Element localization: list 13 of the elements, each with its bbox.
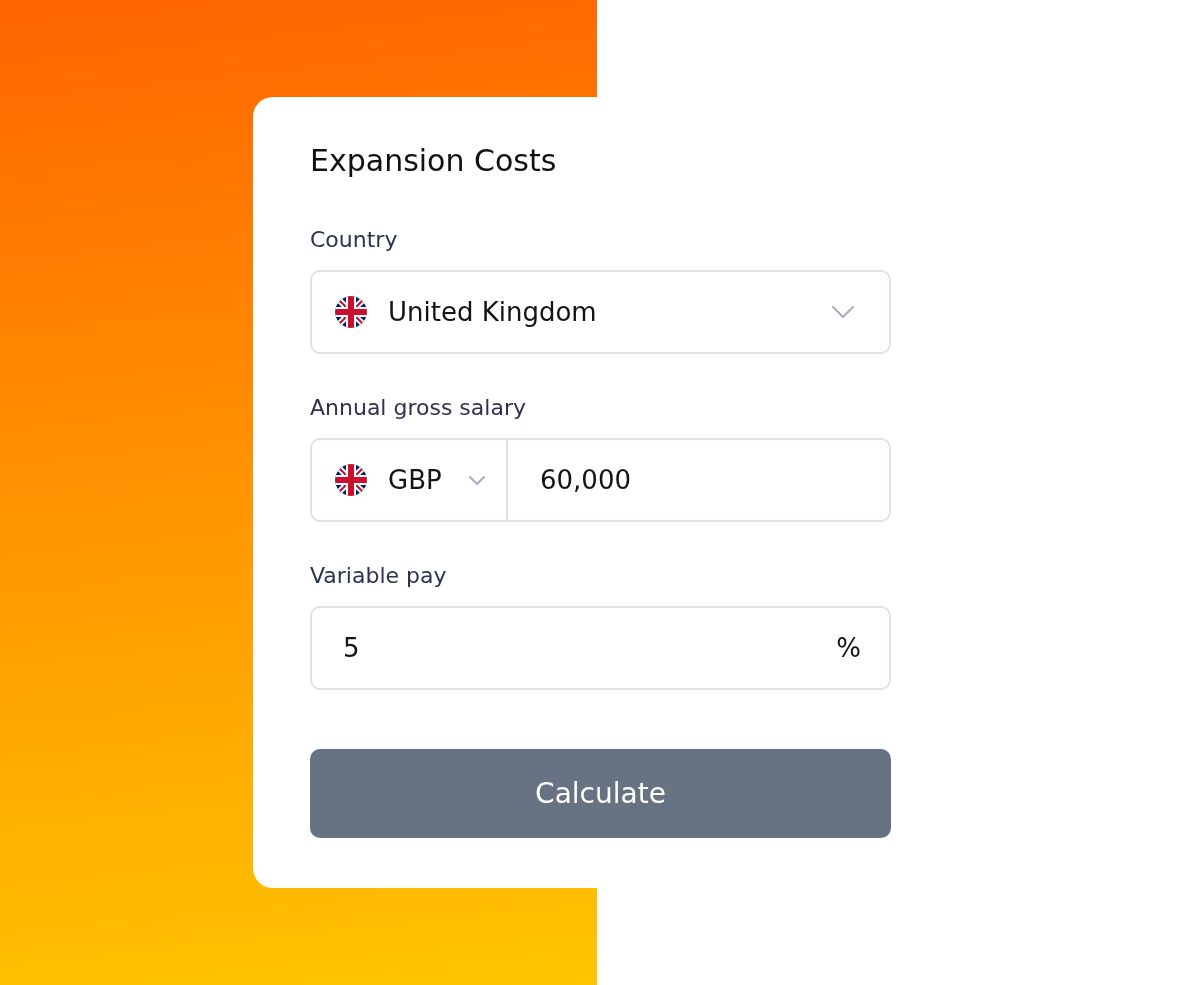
unit-label: % bbox=[836, 632, 861, 664]
chevron-down-icon bbox=[832, 306, 854, 318]
chevron-down-icon bbox=[469, 475, 485, 485]
field-label: Country bbox=[310, 227, 399, 253]
currency-select[interactable]: GBP bbox=[310, 438, 506, 522]
field-label: Annual gross salary bbox=[310, 395, 527, 421]
flag-icon bbox=[335, 464, 367, 496]
card-title: Expansion Costs bbox=[310, 143, 557, 179]
dropdown-select[interactable]: United Kingdom bbox=[310, 270, 891, 354]
amount-input[interactable]: 60,000 bbox=[506, 438, 891, 522]
field-label: Variable pay bbox=[310, 563, 448, 589]
calculate-button[interactable]: Calculate bbox=[310, 749, 891, 838]
flag-icon bbox=[335, 296, 367, 328]
